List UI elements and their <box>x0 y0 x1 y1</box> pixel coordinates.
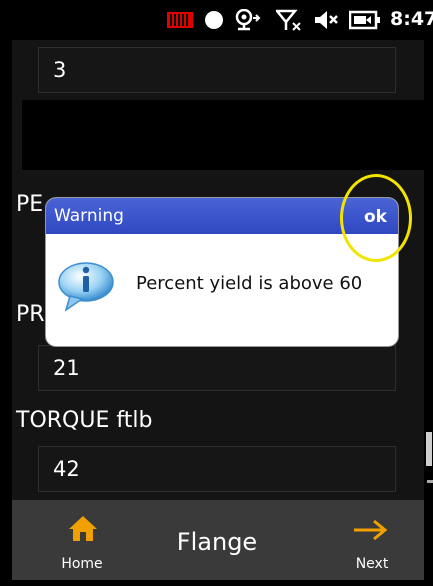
field-label-pr: PR <box>16 302 45 327</box>
info-speech-bubble-icon <box>58 262 114 312</box>
screen-title: Flange <box>176 528 258 556</box>
scrollbar-track[interactable] <box>424 40 433 500</box>
value-field-21[interactable]: 21 <box>38 345 396 391</box>
ok-highlight-circle <box>340 174 412 262</box>
next-label: Next <box>355 556 389 572</box>
record-indicator-icon <box>203 9 225 31</box>
blank-black-area <box>22 100 424 170</box>
home-button[interactable]: Home <box>42 500 122 580</box>
status-bar: 8:47 <box>0 0 433 40</box>
signal-off-icon <box>276 9 302 31</box>
battery-level-icon <box>167 9 193 31</box>
field-label-percent-yield: PE <box>16 192 44 217</box>
home-icon <box>69 516 97 541</box>
next-button[interactable]: Next <box>332 500 412 580</box>
bottom-command-bar: Home Flange Next <box>12 500 424 580</box>
status-time: 8:47 <box>390 8 433 30</box>
right-arrow-icon <box>354 519 388 541</box>
scrollbar-thumb[interactable] <box>426 432 432 466</box>
home-label: Home <box>61 556 103 572</box>
battery-charging-icon <box>348 9 382 31</box>
top-field[interactable]: 3 <box>38 47 396 93</box>
network-icon <box>233 9 263 31</box>
device-screen: 8:47 3 PE PR 21 TORQUE ftlb 42 Home Flan… <box>0 0 433 586</box>
volume-muted-icon <box>313 9 339 31</box>
dialog-title: Warning <box>54 206 124 226</box>
scrollbar-end-marker <box>427 480 433 483</box>
field-label-torque: TORQUE ftlb <box>16 408 153 433</box>
torque-field[interactable]: 42 <box>38 446 396 492</box>
dialog-message: Percent yield is above 60 <box>136 273 363 294</box>
